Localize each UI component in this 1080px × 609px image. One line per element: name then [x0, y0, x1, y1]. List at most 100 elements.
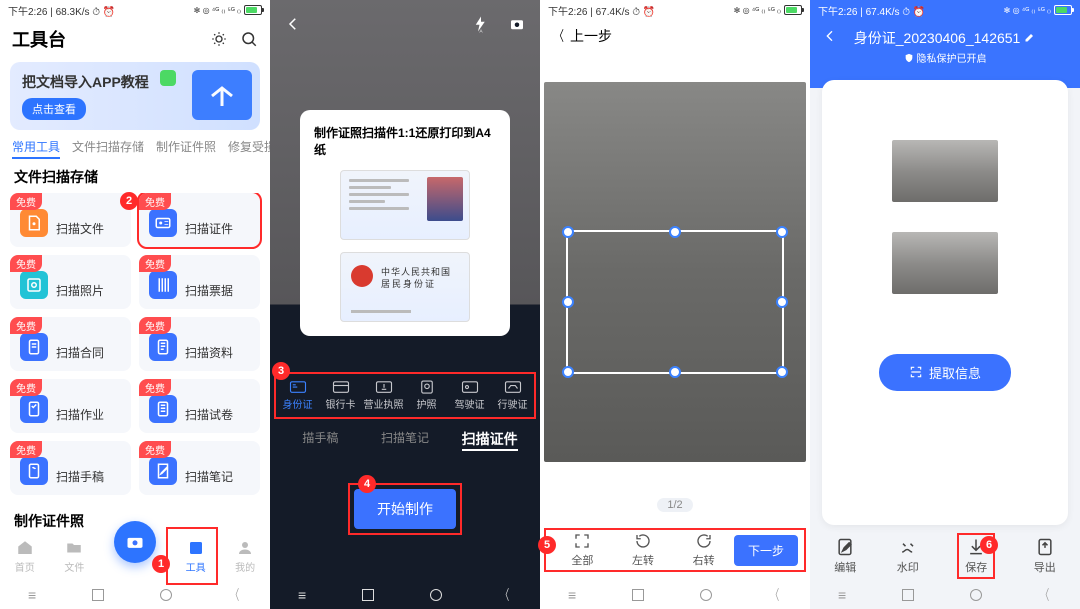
page-indicator: 1/2: [657, 498, 693, 512]
crop-frame[interactable]: [566, 230, 784, 374]
result-header: 身份证_20230406_142651 隐私保护已开启: [810, 20, 1080, 88]
nav-camera-fab[interactable]: [114, 521, 156, 563]
tool-scan-material[interactable]: 免费 扫描资料: [139, 317, 260, 371]
back-icon[interactable]: [284, 15, 302, 33]
bigtab-id[interactable]: 扫描证件: [447, 421, 532, 457]
tool-scan-notes[interactable]: 免费 扫描笔记: [139, 441, 260, 495]
screen-camera-idtype: A 制作证照扫描件1:1还原打印到A4纸 中华人民共和国 居民身份证 3 身份证…: [270, 0, 540, 609]
id-front-result[interactable]: [892, 140, 998, 202]
next-button[interactable]: 下一步: [734, 535, 798, 566]
home-btn[interactable]: [430, 589, 442, 601]
action-watermark[interactable]: 水印: [897, 537, 919, 575]
android-nav: ≡ 〈: [270, 581, 540, 609]
status-right: ✻ ◎ ⁴ᴳ ₍₎ ⁵ᴳ ₍₎: [194, 5, 262, 15]
bigtab-notes[interactable]: 扫描笔记: [363, 421, 448, 457]
back-label[interactable]: 上一步: [570, 26, 612, 46]
menu-btn[interactable]: ≡: [28, 587, 36, 603]
battery-icon: [1054, 5, 1072, 15]
page-title: 工具台: [12, 26, 66, 52]
tab-repair[interactable]: 修复受损照片: [228, 138, 270, 159]
status-left: 下午2:26 | 67.4K/s ⏱ ⏰: [818, 3, 925, 18]
back-btn[interactable]: 〈: [231, 585, 239, 605]
doctab-bankcard[interactable]: 银行卡: [319, 374, 362, 417]
tab-id-photo[interactable]: 制作证件照: [156, 138, 216, 159]
menu-btn[interactable]: ≡: [568, 587, 576, 603]
flash-icon[interactable]: A: [472, 15, 490, 33]
back-btn[interactable]: 〈: [1041, 585, 1049, 605]
recent-btn[interactable]: [902, 589, 914, 601]
nav-files[interactable]: 文件: [64, 539, 84, 574]
home-btn[interactable]: [700, 589, 712, 601]
doctab-vehicle[interactable]: 行驶证: [491, 374, 534, 417]
crop-handle-t[interactable]: [669, 226, 681, 238]
import-banner[interactable]: 把文档导入APP教程 点击查看: [10, 62, 260, 130]
home-btn[interactable]: [970, 589, 982, 601]
nav-home[interactable]: 首页: [15, 539, 35, 574]
recent-btn[interactable]: [92, 589, 104, 601]
tool-scan-manuscript[interactable]: 免费 扫描手稿: [10, 441, 131, 495]
nav-me[interactable]: 我的: [235, 539, 255, 574]
menu-btn[interactable]: ≡: [298, 587, 306, 603]
tool-scan-exam[interactable]: 免费 扫描试卷: [139, 379, 260, 433]
action-export[interactable]: 导出: [1034, 537, 1056, 575]
free-tag: 免费: [10, 379, 42, 396]
tab-common[interactable]: 常用工具: [12, 138, 60, 159]
tool-scan-contract[interactable]: 免费 扫描合同: [10, 317, 131, 371]
crop-handle-tr[interactable]: [776, 226, 788, 238]
bigtab-manuscript[interactable]: 描手稿: [278, 421, 363, 457]
tab-scan-store[interactable]: 文件扫描存储: [72, 138, 144, 159]
recent-btn[interactable]: [362, 589, 374, 601]
action-all[interactable]: 全部: [552, 532, 613, 568]
tool-label: 扫描合同: [56, 344, 104, 361]
doctab-license[interactable]: 营业执照: [362, 374, 405, 417]
back-btn[interactable]: 〈: [771, 585, 779, 605]
status-right: ✻ ◎ ⁴ᴳ ₍₎ ⁵ᴳ ₍₎: [734, 5, 802, 15]
crop-handle-tl[interactable]: [562, 226, 574, 238]
marker-2: 2: [120, 192, 138, 210]
doctab-passport[interactable]: 护照: [405, 374, 448, 417]
extract-button[interactable]: 提取信息: [879, 354, 1011, 391]
tool-label: 扫描作业: [56, 406, 104, 423]
action-edit[interactable]: 编辑: [834, 537, 856, 575]
recent-btn[interactable]: [632, 589, 644, 601]
free-tag: 免费: [10, 255, 42, 272]
id-back-result[interactable]: [892, 232, 998, 294]
tool-label: 扫描票据: [185, 282, 233, 299]
start-button[interactable]: 开始制作: [354, 489, 456, 529]
category-tabs[interactable]: 常用工具 文件扫描存储 制作证件照 修复受损照片: [0, 130, 270, 163]
header-text: 身份证_20230406_142651 隐私保护已开启: [848, 28, 1042, 68]
back-btn[interactable]: 〈: [501, 585, 509, 605]
crop-handle-l[interactable]: [562, 296, 574, 308]
crop-canvas[interactable]: [544, 82, 806, 462]
tool-scan-id[interactable]: 免费 扫描证件: [139, 193, 260, 247]
camera-swap-icon[interactable]: [508, 15, 526, 33]
crop-handle-b[interactable]: [669, 366, 681, 378]
screen-crop: 下午2:26 | 67.4K/s ⏱ ⏰ ✻ ◎ ⁴ᴳ ₍₎ ⁵ᴳ ₍₎ 〈 上…: [540, 0, 810, 609]
banner-cta[interactable]: 点击查看: [22, 98, 86, 120]
sun-icon[interactable]: [210, 30, 228, 48]
menu-btn[interactable]: ≡: [838, 587, 846, 603]
tool-scan-photo[interactable]: 免费 扫描照片: [10, 255, 131, 309]
tool-label: 扫描笔记: [185, 468, 233, 485]
scan-manuscript-icon: [20, 457, 48, 485]
back-icon[interactable]: [822, 28, 838, 44]
chevron-left-icon[interactable]: 〈: [554, 26, 564, 46]
action-rotate-left[interactable]: 左转: [613, 532, 674, 568]
doctab-driver[interactable]: 驾驶证: [448, 374, 491, 417]
crop-handle-br[interactable]: [776, 366, 788, 378]
android-nav: ≡ 〈: [540, 581, 810, 609]
tool-scan-homework[interactable]: 免费 扫描作业: [10, 379, 131, 433]
search-icon[interactable]: [240, 30, 258, 48]
action-rotate-right[interactable]: 右转: [673, 532, 734, 568]
doctab-idcard[interactable]: 身份证: [276, 374, 319, 417]
home-btn[interactable]: [160, 589, 172, 601]
status-left: 下午2:26 | 68.3K/s ⏱ ⏰: [8, 3, 115, 18]
tool-scan-receipt[interactable]: 免费 扫描票据: [139, 255, 260, 309]
edit-icon[interactable]: [1024, 31, 1036, 43]
crop-handle-r[interactable]: [776, 296, 788, 308]
free-tag: 免费: [10, 317, 42, 334]
tool-scan-file[interactable]: 免费 扫描文件: [10, 193, 131, 247]
status-right: ✻ ◎ ⁴ᴳ ₍₎ ⁵ᴳ ₍₎: [1004, 5, 1072, 15]
tool-grid: 免费 扫描文件 免费 扫描证件 免费 扫描照片 免费 扫描票据 免费 扫描合同 …: [0, 193, 270, 505]
crop-handle-bl[interactable]: [562, 366, 574, 378]
